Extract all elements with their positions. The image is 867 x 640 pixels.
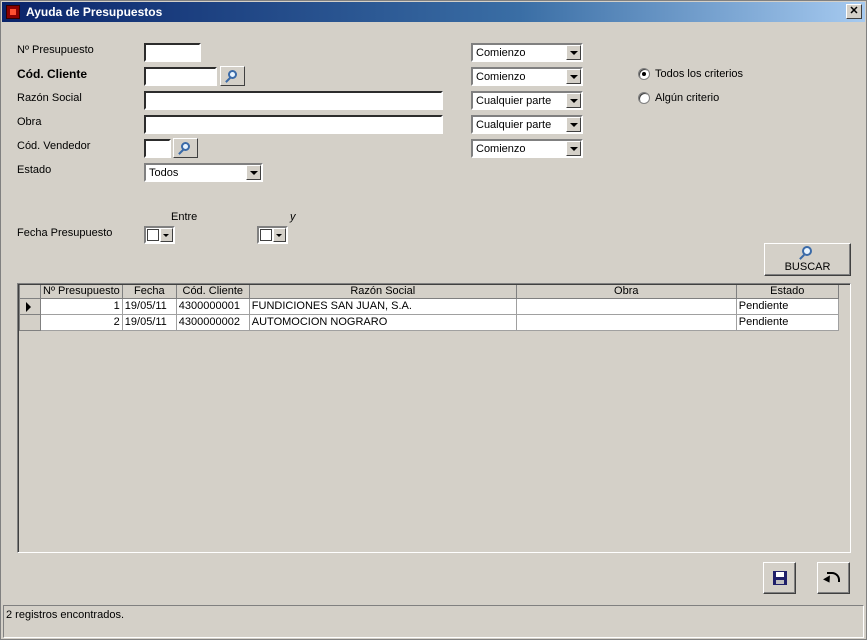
cell-razon-social[interactable]: AUTOMOCION NOGRARO [248, 313, 517, 331]
vendedor-lookup-button[interactable] [173, 138, 198, 158]
app-icon [6, 5, 20, 19]
razon-social-input[interactable] [144, 91, 443, 110]
chevron-down-icon[interactable] [566, 69, 581, 84]
obra-input[interactable] [144, 115, 443, 134]
table-row[interactable]: 2 19/05/11 4300000002 AUTOMOCION NOGRARO… [19, 313, 839, 331]
cell-obra[interactable] [515, 297, 737, 315]
cliente-label: Cód. Cliente [17, 67, 88, 81]
cell-fecha[interactable]: 19/05/11 [121, 313, 177, 331]
presupuesto-label: Nº Presupuesto [17, 44, 94, 56]
date-enable-checkbox[interactable] [260, 229, 272, 241]
chevron-down-icon[interactable] [566, 45, 581, 60]
obra-label: Obra [17, 116, 42, 128]
criteria-any-radio[interactable] [638, 92, 650, 104]
row-indicator[interactable] [19, 297, 41, 315]
buscar-button[interactable]: BUSCAR [764, 243, 851, 276]
undo-button[interactable] [817, 562, 850, 594]
cliente-match-value: Comienzo [476, 71, 526, 83]
date-enable-checkbox[interactable] [147, 229, 159, 241]
col-header-cliente[interactable]: Cód. Cliente [175, 285, 250, 299]
razon-match-select[interactable]: Cualquier parte [471, 91, 583, 110]
buscar-label: BUSCAR [784, 261, 831, 273]
cell-fecha[interactable]: 19/05/11 [121, 297, 177, 315]
estado-label: Estado [17, 164, 52, 176]
criteria-all-label[interactable]: Todos los criterios [655, 68, 743, 80]
presupuesto-match-value: Comienzo [476, 47, 526, 59]
col-header-fecha[interactable]: Fecha [121, 285, 177, 299]
chevron-down-icon[interactable] [566, 117, 581, 132]
cell-obra[interactable] [515, 313, 737, 331]
close-button[interactable]: ✕ [846, 4, 862, 19]
status-bar: 2 registros encontrados. [3, 605, 864, 638]
chevron-down-icon[interactable] [566, 93, 581, 108]
fecha-presupuesto-label: Fecha Presupuesto [17, 227, 113, 239]
chevron-down-icon[interactable] [160, 228, 173, 242]
vendedor-input[interactable] [144, 139, 171, 158]
chevron-down-icon[interactable] [246, 165, 261, 180]
col-header-presupuesto[interactable]: Nº Presupuesto [40, 285, 123, 299]
row-indicator[interactable] [19, 313, 41, 331]
col-header-estado[interactable]: Estado [735, 285, 839, 299]
chevron-down-icon[interactable] [566, 141, 581, 156]
cell-presupuesto[interactable]: 1 [40, 297, 123, 315]
table-row[interactable]: 1 19/05/11 4300000001 FUNDICIONES SAN JU… [19, 297, 839, 315]
cell-presupuesto[interactable]: 2 [40, 313, 123, 331]
table-header-row: Nº Presupuesto Fecha Cód. Cliente Razón … [19, 285, 839, 299]
current-row-arrow-icon [26, 301, 31, 312]
estado-select-value: Todos [149, 167, 179, 179]
obra-match-select[interactable]: Cualquier parte [471, 115, 583, 134]
col-header-razon-social[interactable]: Razón Social [248, 285, 517, 299]
cell-cliente[interactable]: 4300000001 [175, 297, 250, 315]
fecha-hasta-picker[interactable] [257, 226, 288, 244]
status-text: 2 registros encontrados. [6, 609, 125, 621]
vendedor-label: Cód. Vendedor [17, 140, 91, 152]
cliente-lookup-button[interactable] [220, 66, 245, 86]
fecha-desde-picker[interactable] [144, 226, 175, 244]
estado-select[interactable]: Todos [144, 163, 263, 182]
criteria-all-radio[interactable] [638, 68, 650, 80]
criteria-any-label[interactable]: Algún criterio [655, 92, 719, 104]
results-table: Nº Presupuesto Fecha Cód. Cliente Razón … [19, 285, 839, 331]
presupuesto-match-select[interactable]: Comienzo [471, 43, 583, 62]
cell-cliente[interactable]: 4300000002 [175, 313, 250, 331]
entre-label: Entre [171, 211, 198, 223]
cell-estado[interactable]: Pendiente [735, 313, 839, 331]
dialog-window: Ayuda de Presupuestos ✕ Nº Presupuesto C… [0, 0, 867, 640]
cliente-match-select[interactable]: Comienzo [471, 67, 583, 86]
y-label: y [290, 211, 296, 223]
window-title: Ayuda de Presupuestos [26, 5, 163, 19]
vendedor-match-select[interactable]: Comienzo [471, 139, 583, 158]
chevron-down-icon[interactable] [273, 228, 286, 242]
col-header-obra[interactable]: Obra [515, 285, 737, 299]
save-button[interactable] [763, 562, 796, 594]
cell-razon-social[interactable]: FUNDICIONES SAN JUAN, S.A. [248, 297, 517, 315]
presupuesto-input[interactable] [144, 43, 201, 62]
title-bar[interactable]: Ayuda de Presupuestos ✕ [2, 2, 865, 22]
floppy-disk-icon [773, 571, 787, 585]
razon-match-value: Cualquier parte [476, 95, 552, 107]
results-grid[interactable]: Nº Presupuesto Fecha Cód. Cliente Razón … [17, 283, 851, 553]
vendedor-match-value: Comienzo [476, 143, 526, 155]
row-indicator-header [19, 285, 41, 299]
cell-estado[interactable]: Pendiente [735, 297, 839, 315]
razon-social-label: Razón Social [17, 92, 82, 104]
obra-match-value: Cualquier parte [476, 119, 552, 131]
cliente-input[interactable] [144, 67, 217, 86]
